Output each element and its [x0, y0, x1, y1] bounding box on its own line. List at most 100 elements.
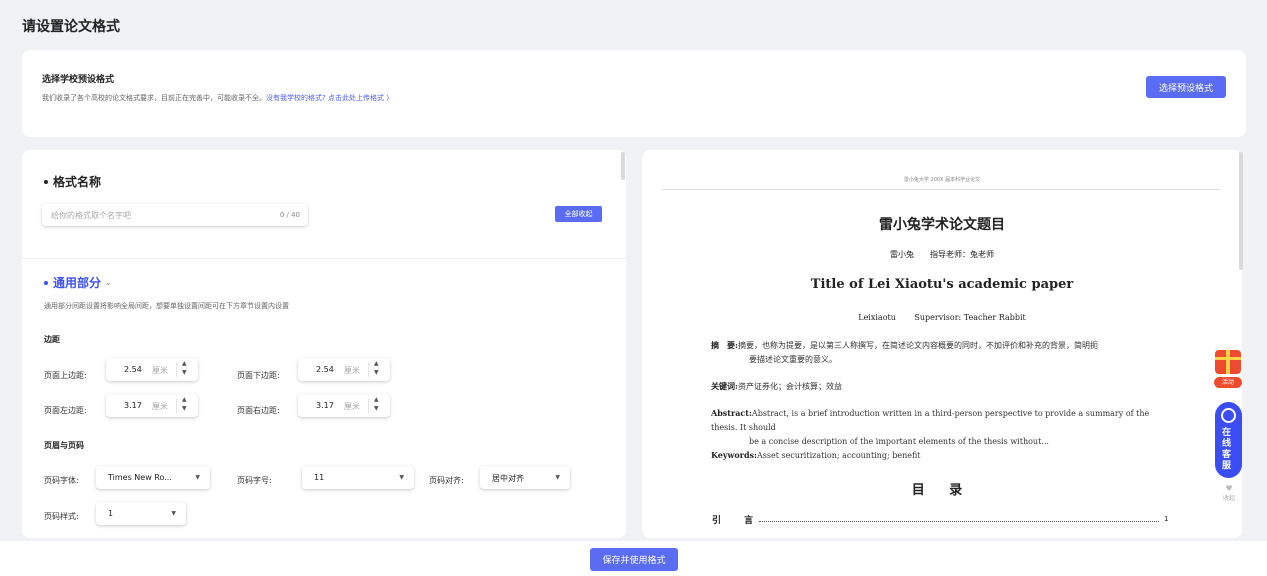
preview-panel: 雷小兔大学 200X 届本科毕业论文 雷小兔学术论文题目 雷小兔 指导老师：兔老…	[642, 150, 1242, 538]
chevron-down-icon: ⌄	[105, 278, 112, 287]
caret-down-icon: ▼	[555, 474, 560, 481]
stepper-separator	[368, 398, 369, 413]
page-size-select[interactable]: 11 ▼	[302, 466, 414, 489]
doc-authors-en: Leixiaotu Supervisor: Teacher Rabbit	[858, 313, 1026, 322]
doc-abstract-cn: 摘 要:摘要，也称为提要，是以第三人称撰写，在简述论文内容概要的同时，不加评价和…	[711, 338, 1173, 367]
preset-card: 选择学校预设格式 我们收录了各个高校的论文格式要求，目前正在完善中，可能收录不全…	[22, 50, 1246, 137]
header-footer-heading: 页眉与页码	[44, 441, 84, 450]
stepper-separator	[368, 362, 369, 377]
preset-description: 我们收录了各个高校的论文格式要求，目前正在完善中，可能收录不全。没有我学校的格式…	[42, 93, 393, 103]
char-count: 0 / 40	[279, 211, 300, 219]
page-align-label: 页码对齐:	[429, 476, 464, 485]
decrement-icon[interactable]: ▼	[374, 369, 379, 376]
keywords-cn-text: 资产证券化；会计核算；效益	[737, 382, 842, 391]
bullet-icon	[44, 179, 48, 184]
margins-heading: 边距	[44, 335, 60, 344]
activity-widget[interactable]: 活动	[1212, 346, 1244, 390]
page-style-select[interactable]: 1 ▼	[96, 502, 186, 525]
abstract-en-line1: Abstract, is a brief introduction writte…	[711, 409, 1150, 432]
doc-keywords-en: Keywords:Asset securitization; accountin…	[711, 448, 1173, 463]
unit-label: 厘米	[344, 402, 360, 411]
decrement-icon[interactable]: ▼	[182, 369, 187, 376]
stepper-separator	[176, 398, 177, 413]
top-margin-value: 2.54	[124, 365, 142, 374]
bottom-margin-value: 2.54	[316, 365, 334, 374]
doc-header-line	[662, 189, 1220, 190]
upload-format-link[interactable]: 没有我学校的格式? 点击此处上传格式 〉	[266, 94, 393, 102]
online-support-button[interactable]: 在线客服	[1215, 402, 1242, 478]
preview-scrollbar[interactable]	[1239, 152, 1243, 270]
toc-entry: 引 言	[712, 516, 764, 526]
general-heading-label: 通用部分	[53, 276, 102, 290]
format-name-field: 0 / 40	[42, 204, 308, 226]
doc-keywords-cn: 关键词:资产证券化；会计核算；效益	[711, 379, 1173, 394]
decrement-icon[interactable]: ▼	[182, 405, 187, 412]
bottom-margin-stepper[interactable]: 2.54 厘米 ▲ ▼	[298, 358, 390, 381]
page-style-value: 1	[108, 509, 114, 518]
unit-label: 厘米	[152, 402, 168, 411]
increment-icon[interactable]: ▲	[374, 396, 379, 403]
format-settings-panel: 格式名称 0 / 40 全部收起 通用部分⌄ 通用部分间距设置将影响全局间距，想…	[22, 150, 626, 538]
divider	[22, 258, 626, 259]
page-font-select[interactable]: Times New Ro... ▼	[96, 466, 210, 489]
left-scrollbar[interactable]	[621, 152, 625, 180]
increment-icon[interactable]: ▲	[182, 360, 187, 367]
abstract-en-line2: be a concise description of the importan…	[749, 437, 1049, 446]
format-name-heading-label: 格式名称	[53, 175, 102, 189]
doc-abstract-en: Abstract:Abstract, is a brief introducti…	[711, 406, 1173, 449]
gift-ribbon	[1215, 357, 1241, 360]
collapse-all-button[interactable]: 全部收起	[555, 206, 602, 222]
abstract-cn-line1: 摘要，也称为提要，是以第三人称撰写，在简述论文内容概要的同时，不加评价和补充的背…	[737, 341, 1098, 350]
unit-label: 厘米	[152, 366, 168, 375]
keywords-en-text: Asset securitization; accounting; benefi…	[757, 451, 921, 460]
toc-page-number: 1	[1164, 515, 1169, 523]
activity-label: 活动	[1214, 377, 1242, 388]
toc-title: 目 录	[911, 483, 973, 498]
page-font-value: Times New Ro...	[108, 473, 172, 482]
support-label: 在线客服	[1222, 428, 1232, 471]
right-margin-stepper[interactable]: 3.17 厘米 ▲ ▼	[298, 394, 390, 417]
page-size-value: 11	[314, 473, 325, 482]
increment-icon[interactable]: ▲	[374, 360, 379, 367]
keywords-cn-label: 关键词:	[711, 381, 738, 391]
select-preset-button[interactable]: 选择预设格式	[1146, 76, 1226, 98]
toc-leader-dots	[759, 521, 1159, 522]
heart-icon: ♥	[1225, 484, 1233, 493]
collapse-widgets-button[interactable]: ♥ 收起	[1218, 484, 1240, 502]
doc-title-cn: 雷小兔学术论文题目	[879, 217, 1005, 233]
page-align-value: 居中对齐	[492, 474, 524, 483]
left-margin-label: 页面左边距:	[44, 406, 87, 415]
unit-label: 厘米	[344, 366, 360, 375]
caret-down-icon: ▼	[399, 474, 404, 481]
collapse-label: 收起	[1222, 495, 1235, 502]
format-name-heading: 格式名称	[44, 173, 101, 190]
page-title: 请设置论文格式	[22, 19, 120, 35]
headset-icon	[1221, 408, 1236, 423]
format-name-input[interactable]	[51, 204, 251, 226]
left-margin-stepper[interactable]: 3.17 厘米 ▲ ▼	[106, 394, 198, 417]
bottom-margin-label: 页面下边距:	[237, 371, 280, 380]
page-style-label: 页码样式:	[44, 512, 79, 521]
gift-ribbon	[1226, 350, 1230, 374]
decrement-icon[interactable]: ▼	[374, 405, 379, 412]
preset-description-text: 我们收录了各个高校的论文格式要求，目前正在完善中，可能收录不全。	[42, 94, 266, 102]
preset-title: 选择学校预设格式	[42, 75, 115, 85]
general-section-toggle[interactable]: 通用部分 ⌄	[44, 274, 112, 291]
abstract-cn-label: 摘 要:	[711, 340, 738, 350]
increment-icon[interactable]: ▲	[182, 396, 187, 403]
right-margin-value: 3.17	[316, 401, 334, 410]
top-margin-label: 页面上边距:	[44, 371, 87, 380]
caret-down-icon: ▼	[171, 510, 176, 517]
doc-authors-cn: 雷小兔 指导老师：兔老师	[890, 250, 994, 259]
doc-title-en: Title of Lei Xiaotu's academic paper	[810, 277, 1074, 292]
keywords-en-label: Keywords:	[711, 450, 758, 460]
page-font-label: 页码字体:	[44, 476, 79, 485]
save-and-use-button[interactable]: 保存并使用格式	[590, 548, 678, 571]
stepper-separator	[176, 362, 177, 377]
top-margin-stepper[interactable]: 2.54 厘米 ▲ ▼	[106, 358, 198, 381]
left-margin-value: 3.17	[124, 401, 142, 410]
doc-running-header: 雷小兔大学 200X 届本科毕业论文	[903, 177, 981, 183]
general-description: 通用部分间距设置将影响全局间距，想要单独设置间距可在下方章节设置内设置	[44, 302, 289, 310]
page-size-label: 页码字号:	[237, 476, 272, 485]
page-align-select[interactable]: 居中对齐 ▼	[480, 466, 570, 489]
